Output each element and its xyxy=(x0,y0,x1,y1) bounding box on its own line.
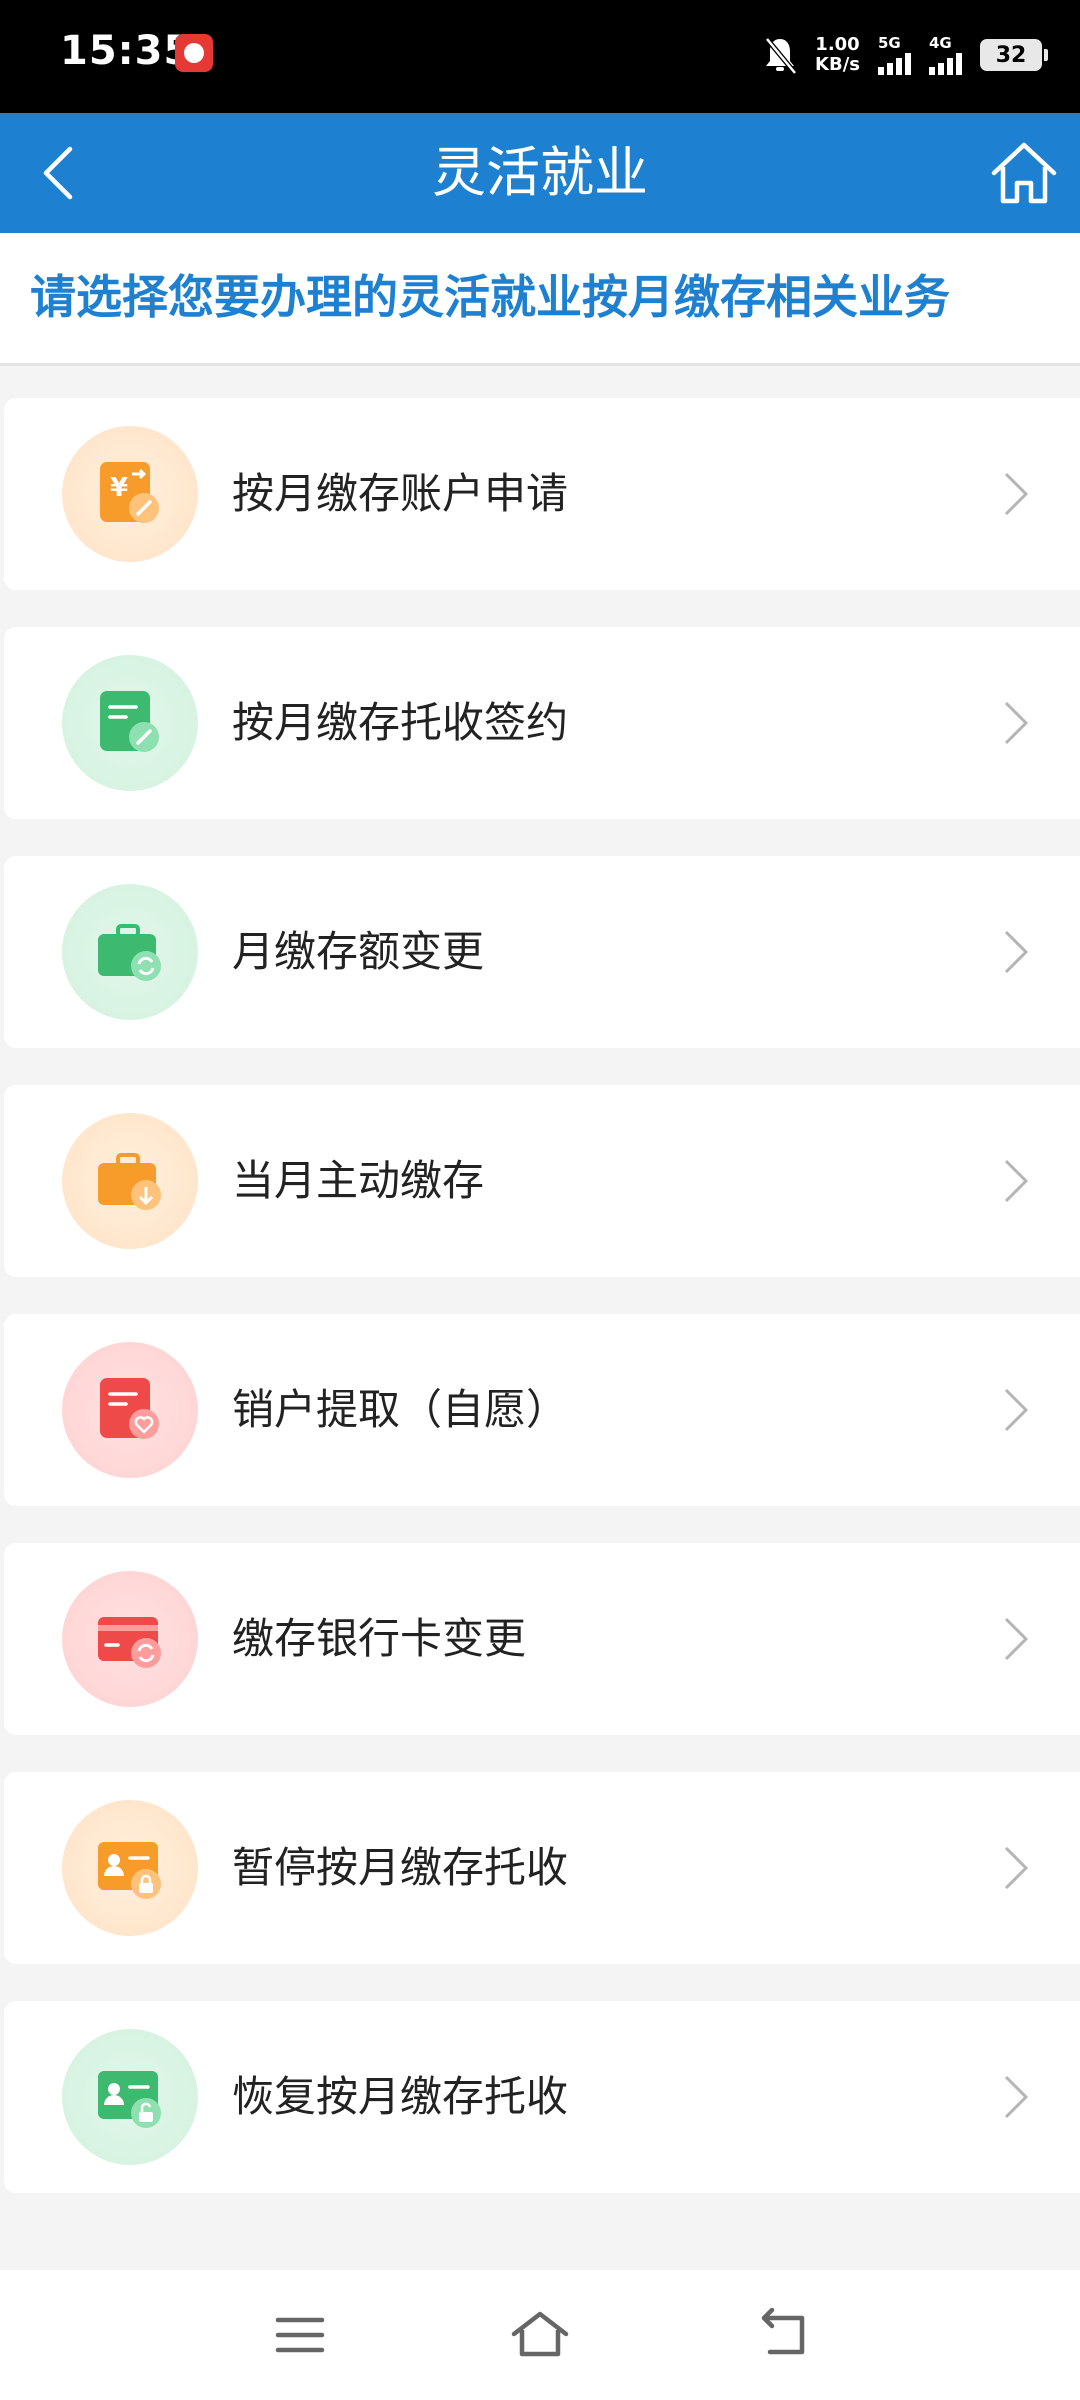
signal-sim2-tag: 4G xyxy=(929,34,952,52)
service-item-collection-sign[interactable]: 按月缴存托收签约 xyxy=(4,627,1080,819)
battery-icon: 32 xyxy=(980,39,1048,71)
service-label: 按月缴存托收签约 xyxy=(232,698,569,747)
service-icon-bg xyxy=(62,1342,198,1478)
service-icon-bg xyxy=(62,1113,198,1249)
network-speed: 1.00 KB/s xyxy=(815,35,860,75)
signal-sim1-tag: 5G xyxy=(878,34,901,52)
app-header: 灵活就业 xyxy=(0,113,1080,233)
signal-sim2: 4G xyxy=(929,35,962,75)
id-card-lock-icon xyxy=(98,1842,161,1899)
subtitle-banner: 请选择您要办理的灵活就业按月缴存相关业务 xyxy=(0,233,1080,366)
service-label: 月缴存额变更 xyxy=(232,927,485,976)
network-speed-unit: KB/s xyxy=(815,54,860,75)
chevron-right-icon xyxy=(1004,1617,1029,1661)
home-outline-icon[interactable] xyxy=(510,2308,570,2362)
service-item-pause-collection[interactable]: 暂停按月缴存托收 xyxy=(4,1772,1080,1964)
service-icon-bg xyxy=(62,1800,198,1936)
status-bar: 15:35 1.00 KB/s 5G 4G 32 xyxy=(0,0,1080,113)
chevron-right-icon xyxy=(1004,1159,1029,1203)
signal-bars-icon xyxy=(929,51,962,75)
chevron-right-icon xyxy=(1004,701,1029,745)
chevron-right-icon xyxy=(1004,2075,1029,2119)
service-label: 缴存银行卡变更 xyxy=(232,1614,527,1663)
yuan-edit-icon: ¥ xyxy=(100,462,159,523)
service-item-close-withdraw[interactable]: 销户提取（自愿） xyxy=(4,1314,1080,1506)
service-icon-bg xyxy=(62,2029,198,2165)
home-icon[interactable] xyxy=(988,137,1060,209)
chevron-right-icon xyxy=(1004,472,1029,516)
network-speed-value: 1.00 xyxy=(815,34,860,55)
app-notification-icon xyxy=(175,34,213,72)
service-item-active-deposit[interactable]: 当月主动缴存 xyxy=(4,1085,1080,1277)
status-indicators: 1.00 KB/s 5G 4G 32 xyxy=(763,30,1048,80)
service-icon-bg xyxy=(62,884,198,1020)
document-sign-icon xyxy=(100,691,159,752)
service-label: 当月主动缴存 xyxy=(232,1156,485,1205)
id-card-unlock-icon xyxy=(98,2071,161,2128)
svg-text:¥: ¥ xyxy=(110,473,128,503)
service-label: 恢复按月缴存托收 xyxy=(232,2072,569,2121)
document-heart-icon xyxy=(100,1378,159,1439)
back-arrow-icon[interactable] xyxy=(752,2308,812,2362)
service-label: 暂停按月缴存托收 xyxy=(232,1843,569,1892)
bank-card-refresh-icon xyxy=(98,1617,161,1668)
chevron-right-icon xyxy=(1004,1388,1029,1432)
service-item-resume-collection[interactable]: 恢复按月缴存托收 xyxy=(4,2001,1080,2193)
signal-bars-icon xyxy=(878,51,911,75)
chevron-right-icon xyxy=(1004,930,1029,974)
subtitle-text: 请选择您要办理的灵活就业按月缴存相关业务 xyxy=(30,270,950,324)
system-nav-bar xyxy=(0,2270,1080,2400)
battery-level: 32 xyxy=(995,42,1027,68)
service-item-bank-card-change[interactable]: 缴存银行卡变更 xyxy=(4,1543,1080,1735)
chevron-right-icon xyxy=(1004,1846,1029,1890)
service-list: ¥ 按月缴存账户申请 按月缴存托收签约 月缴存额变更 当月主动缴存 销户提取（自… xyxy=(0,398,1080,2230)
service-icon-bg xyxy=(62,1571,198,1707)
service-label: 按月缴存账户申请 xyxy=(232,469,569,518)
service-icon-bg: ¥ xyxy=(62,426,198,562)
briefcase-download-icon xyxy=(98,1153,161,1210)
service-label: 销户提取（自愿） xyxy=(232,1385,569,1434)
status-time: 15:35 xyxy=(60,28,193,74)
service-item-amount-change[interactable]: 月缴存额变更 xyxy=(4,856,1080,1048)
page-title: 灵活就业 xyxy=(432,141,648,204)
service-icon-bg xyxy=(62,655,198,791)
menu-icon[interactable] xyxy=(270,2308,330,2362)
service-item-account-apply[interactable]: ¥ 按月缴存账户申请 xyxy=(4,398,1080,590)
briefcase-refresh-icon xyxy=(98,924,161,981)
bell-muted-icon xyxy=(765,37,797,75)
signal-sim1: 5G xyxy=(878,35,911,75)
